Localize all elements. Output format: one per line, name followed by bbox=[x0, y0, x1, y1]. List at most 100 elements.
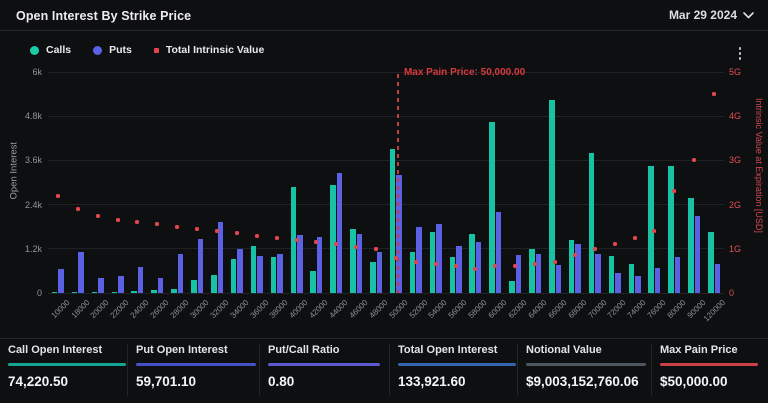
intrinsic-value-dot[interactable] bbox=[692, 158, 696, 162]
intrinsic-value-dot[interactable] bbox=[295, 238, 299, 242]
call-bar[interactable] bbox=[708, 232, 714, 293]
intrinsic-value-dot[interactable] bbox=[434, 262, 438, 266]
put-bar[interactable] bbox=[257, 256, 263, 293]
call-bar[interactable] bbox=[271, 257, 277, 293]
intrinsic-value-dot[interactable] bbox=[215, 229, 219, 233]
legend-item-total-intrinsic-value[interactable]: Total Intrinsic Value bbox=[154, 44, 264, 56]
put-bar[interactable] bbox=[58, 269, 64, 293]
put-bar[interactable] bbox=[118, 276, 124, 293]
call-bar[interactable] bbox=[668, 166, 674, 293]
intrinsic-value-dot[interactable] bbox=[155, 222, 159, 226]
put-bar[interactable] bbox=[377, 252, 383, 293]
call-bar[interactable] bbox=[72, 292, 78, 294]
legend-item-puts[interactable]: Puts bbox=[93, 44, 132, 56]
put-bar[interactable] bbox=[317, 237, 323, 293]
call-bar[interactable] bbox=[410, 252, 416, 293]
intrinsic-value-dot[interactable] bbox=[633, 236, 637, 240]
intrinsic-value-dot[interactable] bbox=[593, 247, 597, 251]
call-bar[interactable] bbox=[112, 292, 118, 294]
call-bar[interactable] bbox=[151, 290, 157, 293]
put-bar[interactable] bbox=[277, 254, 283, 293]
call-bar[interactable] bbox=[350, 229, 356, 293]
call-bar[interactable] bbox=[310, 271, 316, 293]
intrinsic-value-dot[interactable] bbox=[672, 189, 676, 193]
put-bar[interactable] bbox=[98, 278, 104, 293]
put-bar[interactable] bbox=[178, 254, 184, 293]
call-bar[interactable] bbox=[251, 246, 257, 293]
stat-value: 0.80 bbox=[268, 374, 380, 389]
put-bar[interactable] bbox=[237, 249, 243, 293]
call-bar[interactable] bbox=[171, 289, 177, 293]
call-bar[interactable] bbox=[589, 153, 595, 293]
put-bar[interactable] bbox=[655, 268, 661, 293]
call-bar[interactable] bbox=[509, 281, 515, 293]
intrinsic-value-dot[interactable] bbox=[553, 260, 557, 264]
call-bar[interactable] bbox=[211, 275, 217, 293]
date-selector[interactable]: Mar 29 2024 bbox=[669, 8, 754, 22]
put-bar[interactable] bbox=[536, 254, 542, 293]
call-bar[interactable] bbox=[569, 240, 575, 293]
legend-item-calls[interactable]: Calls bbox=[30, 44, 71, 56]
put-bar[interactable] bbox=[297, 235, 303, 293]
put-bar[interactable] bbox=[675, 257, 681, 293]
put-bar[interactable] bbox=[556, 265, 562, 293]
call-bar[interactable] bbox=[688, 198, 694, 293]
put-bar[interactable] bbox=[138, 267, 144, 293]
intrinsic-value-dot[interactable] bbox=[394, 256, 398, 260]
intrinsic-value-dot[interactable] bbox=[613, 242, 617, 246]
call-bar[interactable] bbox=[469, 234, 475, 293]
put-bar[interactable] bbox=[715, 264, 721, 293]
intrinsic-value-dot[interactable] bbox=[414, 260, 418, 264]
intrinsic-value-dot[interactable] bbox=[275, 236, 279, 240]
intrinsic-value-dot[interactable] bbox=[175, 225, 179, 229]
put-bar[interactable] bbox=[158, 278, 164, 293]
intrinsic-value-dot[interactable] bbox=[135, 220, 139, 224]
intrinsic-value-dot[interactable] bbox=[454, 264, 458, 268]
intrinsic-value-dot[interactable] bbox=[255, 234, 259, 238]
call-bar[interactable] bbox=[191, 280, 197, 293]
call-bar[interactable] bbox=[390, 149, 396, 293]
call-bar[interactable] bbox=[330, 185, 336, 293]
put-bar[interactable] bbox=[337, 173, 343, 293]
put-bar[interactable] bbox=[516, 255, 522, 293]
gridline bbox=[48, 204, 724, 205]
x-axis-label: 80000 bbox=[666, 298, 688, 320]
put-bar[interactable] bbox=[595, 254, 601, 293]
call-bar[interactable] bbox=[450, 257, 456, 293]
kebab-menu-icon[interactable] bbox=[736, 44, 745, 63]
put-bar[interactable] bbox=[198, 239, 204, 293]
put-bar[interactable] bbox=[695, 216, 701, 293]
intrinsic-value-dot[interactable] bbox=[712, 92, 716, 96]
put-bar[interactable] bbox=[357, 234, 363, 293]
call-bar[interactable] bbox=[231, 259, 237, 293]
put-bar[interactable] bbox=[496, 212, 502, 293]
call-bar[interactable] bbox=[529, 249, 535, 293]
left-axis-tick: 3.6k bbox=[0, 155, 42, 165]
put-bar[interactable] bbox=[575, 244, 581, 293]
intrinsic-value-dot[interactable] bbox=[96, 214, 100, 218]
intrinsic-value-dot[interactable] bbox=[354, 245, 358, 249]
put-bar[interactable] bbox=[436, 224, 442, 293]
intrinsic-value-dot[interactable] bbox=[235, 231, 239, 235]
call-bar[interactable] bbox=[92, 292, 98, 294]
intrinsic-value-dot[interactable] bbox=[374, 247, 378, 251]
call-bar[interactable] bbox=[609, 256, 615, 293]
put-bar[interactable] bbox=[78, 252, 84, 293]
put-bar[interactable] bbox=[218, 222, 224, 293]
call-bar[interactable] bbox=[629, 264, 635, 293]
x-axis-label: 48000 bbox=[367, 298, 389, 320]
put-bar[interactable] bbox=[456, 246, 462, 293]
intrinsic-value-dot[interactable] bbox=[473, 267, 477, 271]
call-bar[interactable] bbox=[52, 292, 58, 294]
stat-max-pain-price: Max Pain Price$50,000.00 bbox=[660, 344, 758, 389]
intrinsic-value-dot[interactable] bbox=[195, 227, 199, 231]
intrinsic-value-dot[interactable] bbox=[513, 264, 517, 268]
intrinsic-value-dot[interactable] bbox=[116, 218, 120, 222]
put-bar[interactable] bbox=[615, 273, 621, 293]
intrinsic-value-dot[interactable] bbox=[76, 207, 80, 211]
intrinsic-value-dot[interactable] bbox=[652, 229, 656, 233]
call-bar[interactable] bbox=[370, 262, 376, 293]
intrinsic-value-dot[interactable] bbox=[56, 194, 60, 198]
call-bar[interactable] bbox=[131, 291, 137, 293]
put-bar[interactable] bbox=[635, 276, 641, 293]
